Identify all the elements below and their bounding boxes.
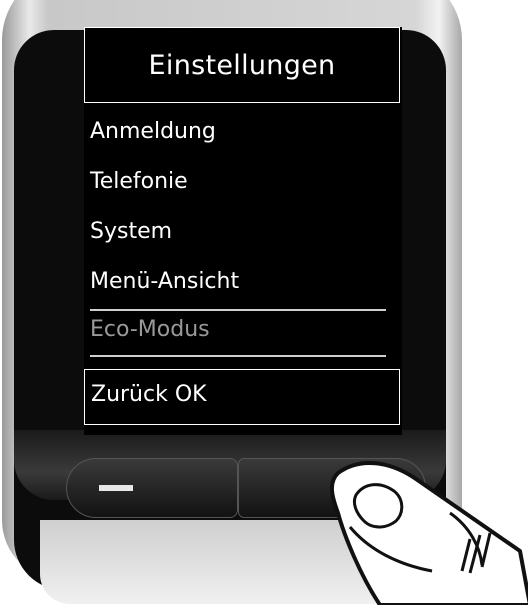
screen-title: Einstellungen — [148, 49, 336, 81]
minus-icon — [99, 485, 133, 491]
left-display-key[interactable] — [66, 458, 238, 518]
menu-divider — [90, 355, 386, 357]
title-bar: Einstellungen — [84, 27, 400, 103]
menu-divider — [90, 309, 386, 311]
softkey-bar: Zurück OK — [84, 369, 400, 425]
display: Einstellungen Anmeldung Telefonie System… — [84, 27, 402, 435]
finger-pressing-icon — [330, 461, 528, 605]
menu-item-eco-modus[interactable]: Eco-Modus — [90, 317, 210, 342]
softkey-labels: Zurück OK — [91, 382, 207, 407]
menu-item-menue-ansicht[interactable]: Menü-Ansicht — [90, 269, 239, 294]
menu-item-system[interactable]: System — [90, 219, 172, 244]
menu-item-telefonie[interactable]: Telefonie — [90, 169, 188, 194]
menu-item-anmeldung[interactable]: Anmeldung — [90, 119, 216, 144]
